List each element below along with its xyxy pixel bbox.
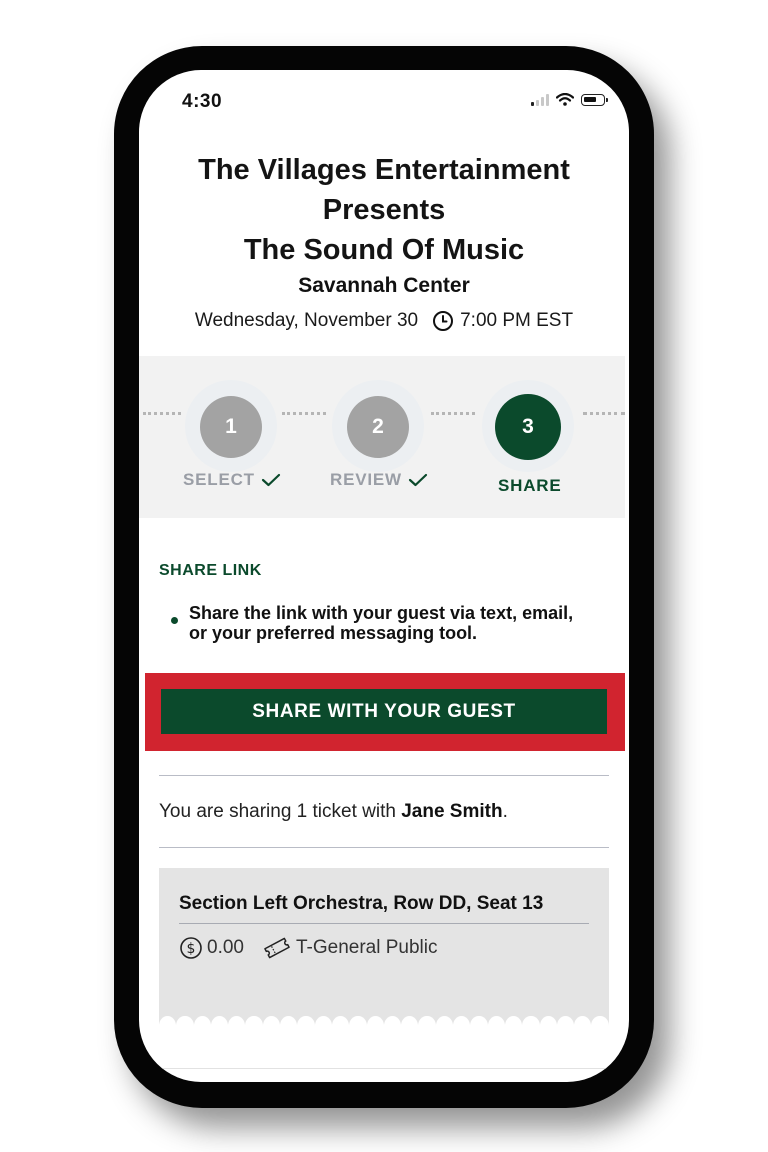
stepper-connector: [143, 412, 181, 419]
step-1-circle: 1: [200, 396, 262, 458]
step-2-label: REVIEW: [330, 470, 402, 489]
step-3-label: SHARE: [498, 476, 562, 495]
step-2-label-group: REVIEW: [330, 470, 428, 490]
ticket-divider: [179, 923, 589, 924]
progress-stepper: 1 SELECT 2 REVIEW 3 SHARE: [139, 356, 625, 518]
wifi-icon: [556, 93, 574, 106]
battery-icon: [581, 93, 608, 106]
share-link-heading: SHARE LINK: [159, 562, 262, 579]
dollar-circle-icon: $: [180, 937, 202, 959]
sharing-suffix: .: [502, 801, 508, 822]
ticket-edge: [159, 1016, 609, 1028]
event-venue: Savannah Center: [298, 274, 470, 297]
ticket-price-type: T-General Public: [295, 937, 438, 958]
checkmark-icon: [261, 473, 280, 487]
guest-name: Jane Smith: [401, 801, 503, 822]
status-time: 4:30: [182, 91, 223, 112]
step-2-circle: 2: [347, 396, 409, 458]
event-time: 7:00 PM EST: [460, 310, 574, 331]
checkmark-icon: [408, 473, 427, 487]
divider: [159, 775, 609, 776]
step-1-label-group: SELECT: [183, 470, 281, 490]
ticket-icon: [264, 937, 290, 959]
step-1-label: SELECT: [183, 470, 255, 489]
event-datetime: Wednesday, November 30 7:00 PM EST: [139, 310, 629, 332]
ticket-seat: Section Left Orchestra, Row DD, Seat 13: [179, 893, 544, 914]
status-icons: [531, 93, 608, 106]
divider: [159, 1068, 609, 1069]
event-title-line-1: The Villages Entertainment: [198, 154, 570, 186]
stepper-connector: [431, 412, 475, 419]
stepper-connector: [583, 412, 625, 419]
phone-screen: 4:30 The Villages Entertainment Presents…: [139, 70, 629, 1082]
stepper-connector: [282, 412, 326, 419]
bullet-point: [171, 617, 178, 624]
signal-icon: [531, 93, 549, 106]
clock-icon: [433, 311, 454, 331]
event-title-line-2: Presents: [322, 194, 446, 226]
ticket-meta: $ 0.00 T-General Public: [179, 936, 438, 960]
step-3-circle: 3: [495, 394, 561, 460]
share-with-guest-button[interactable]: SHARE WITH YOUR GUEST: [161, 689, 607, 734]
sharing-summary: You are sharing 1 ticket with Jane Smith…: [159, 801, 508, 823]
divider: [159, 847, 609, 848]
svg-text:$: $: [187, 941, 196, 957]
event-title-line-3: The Sound Of Music: [243, 234, 525, 266]
ticket-card: Section Left Orchestra, Row DD, Seat 13 …: [159, 868, 609, 1028]
event-date: Wednesday, November 30: [194, 310, 419, 331]
share-instruction: Share the link with your guest via text,…: [189, 603, 574, 643]
ticket-price: 0.00: [207, 937, 244, 958]
sharing-prefix: You are sharing 1 ticket with: [159, 801, 402, 822]
